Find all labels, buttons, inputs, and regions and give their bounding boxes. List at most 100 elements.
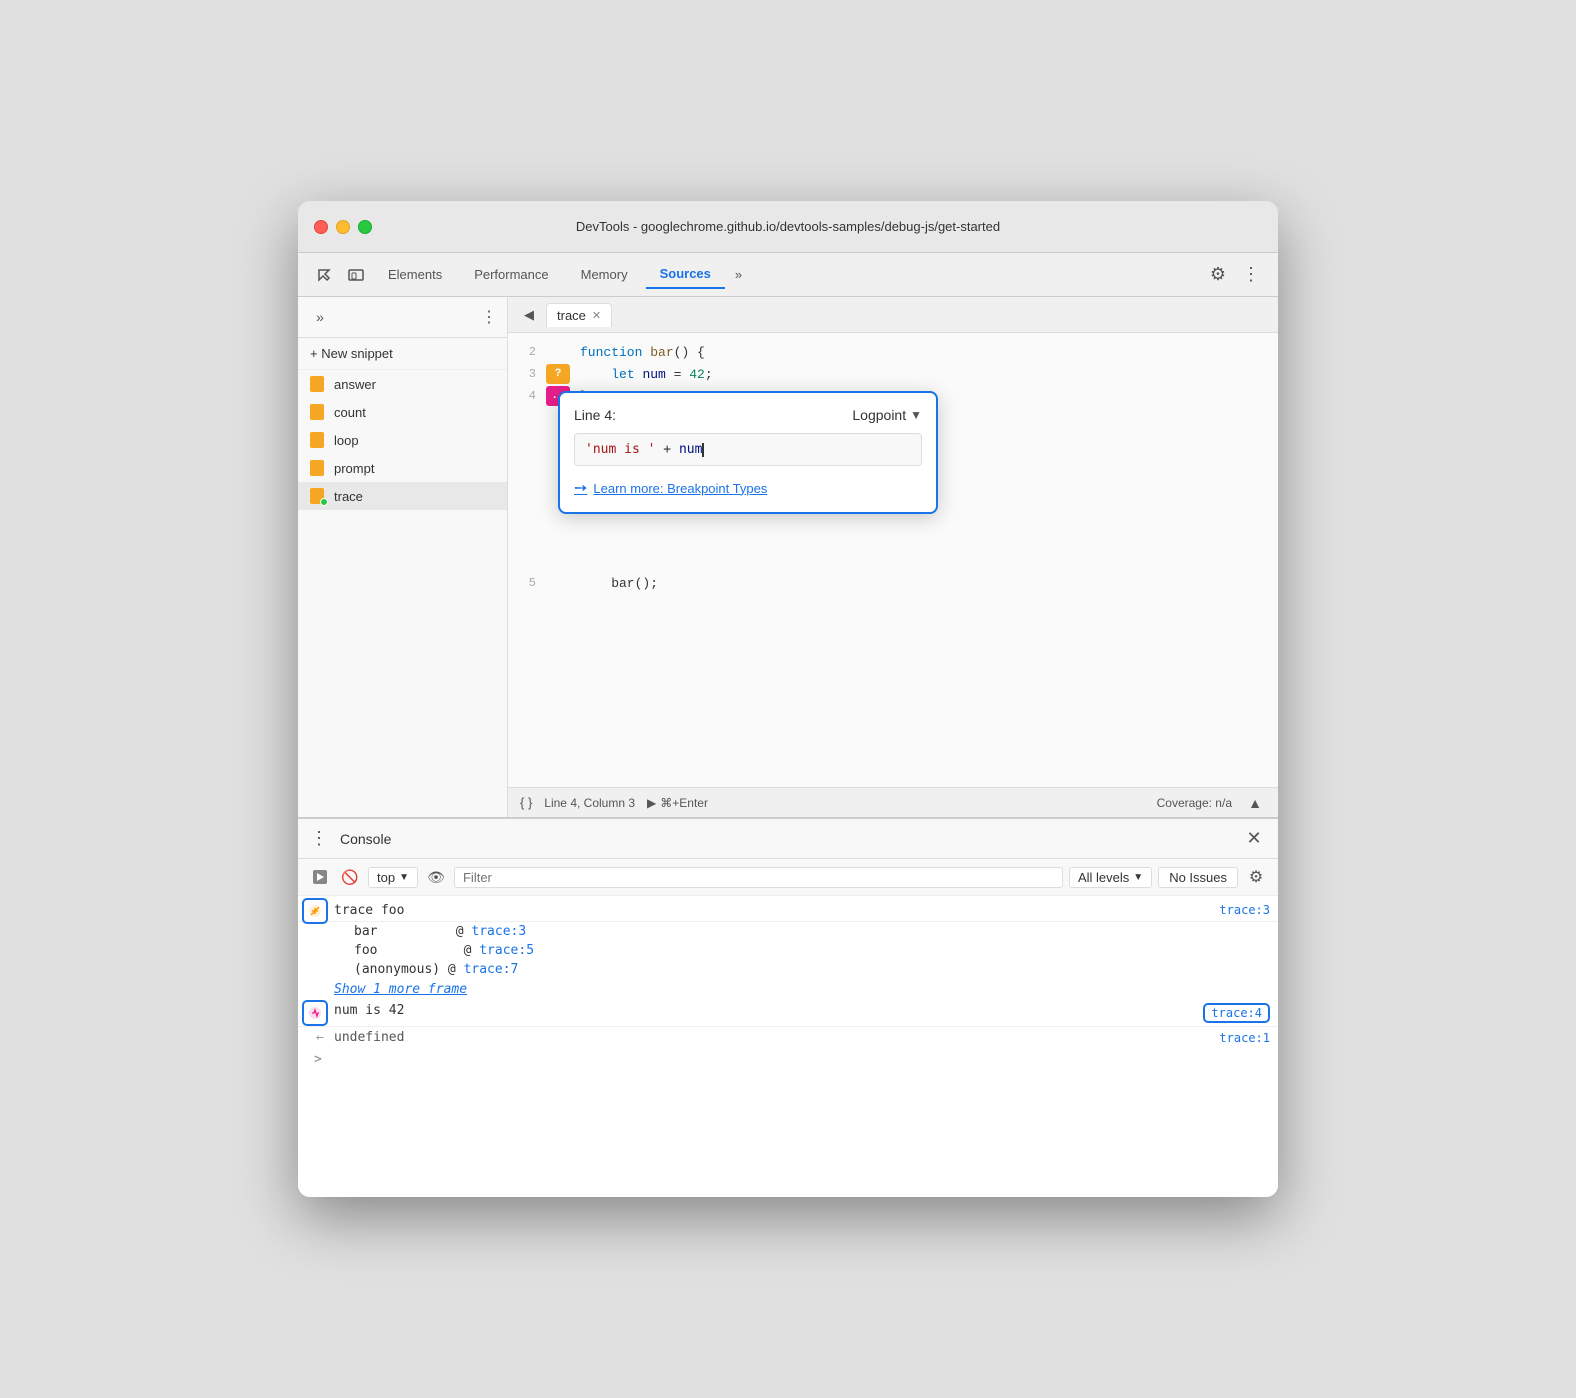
titlebar: DevTools - googlechrome.github.io/devtoo… [298, 201, 1278, 253]
tab-performance[interactable]: Performance [460, 261, 562, 288]
file-item-count[interactable]: count [298, 398, 507, 426]
tab-more-chevron[interactable]: » [729, 263, 748, 286]
undefined-source[interactable]: trace:1 [1219, 1031, 1270, 1045]
line-num-2: 2 [508, 345, 544, 359]
breakpoint-area-3: ? [544, 364, 572, 384]
traffic-lights [314, 220, 372, 234]
coverage-icon[interactable]: ▲ [1244, 792, 1266, 814]
code-area: ◀ trace ✕ 2 function bar() { [508, 297, 1278, 817]
logpoint-badge-1 [302, 898, 328, 924]
cursor [702, 443, 704, 457]
console-prompt-row[interactable]: > [298, 1048, 1278, 1071]
logpoint-type-select[interactable]: Logpoint ▼ [852, 407, 922, 423]
trace-link-foo[interactable]: trace:5 [479, 943, 534, 958]
tab-sources[interactable]: Sources [646, 260, 725, 289]
log-levels-selector[interactable]: All levels ▼ [1069, 867, 1152, 888]
tab-memory[interactable]: Memory [567, 261, 642, 288]
console-block-icon[interactable]: 🚫 [338, 865, 362, 889]
console-row-trace-foo: trace foo trace:3 [298, 900, 1278, 922]
maximize-button[interactable] [358, 220, 372, 234]
prompt-gt-icon: > [314, 1052, 322, 1067]
code-tab-trace[interactable]: trace ✕ [546, 303, 612, 327]
issues-counter[interactable]: No Issues [1158, 867, 1238, 888]
undefined-text: undefined [334, 1030, 404, 1045]
console-execute-icon[interactable] [308, 865, 332, 889]
trace-detail-bar: bar @ trace:3 [298, 922, 1278, 941]
close-tab-icon[interactable]: ✕ [592, 309, 601, 322]
cursor-position: Line 4, Column 3 [544, 796, 635, 810]
code-back-icon[interactable]: ◀ [518, 304, 540, 326]
devtools-window: DevTools - googlechrome.github.io/devtoo… [298, 201, 1278, 1197]
logpoint-badge-2 [302, 1000, 328, 1026]
code-content-2: function bar() { [572, 345, 705, 360]
run-triangle-icon: ▶ [647, 796, 656, 810]
num-result-text: num is 42 [334, 1003, 1203, 1018]
logpoint-popup: Line 4: Logpoint ▼ 'num is ' + num ➙ L [558, 391, 938, 514]
code-line-2: 2 function bar() { [508, 341, 1278, 363]
device-toggle-icon[interactable] [342, 261, 370, 289]
tab-elements[interactable]: Elements [374, 261, 456, 288]
num-result-source[interactable]: trace:4 [1203, 1003, 1270, 1023]
window-title: DevTools - googlechrome.github.io/devtoo… [576, 219, 1000, 234]
filter-input[interactable] [454, 867, 1063, 888]
learn-more-link[interactable]: ➙ Learn more: Breakpoint Types [574, 478, 922, 498]
file-list: answer count loop prompt [298, 370, 507, 817]
coverage-label: Coverage: n/a [1157, 796, 1232, 810]
context-chevron-icon: ▼ [399, 872, 409, 883]
close-button[interactable] [314, 220, 328, 234]
file-item-answer[interactable]: answer [298, 370, 507, 398]
code-content-5: bar(); [572, 576, 658, 591]
new-snippet-button[interactable]: + New snippet [298, 338, 507, 370]
logpoint-input-area[interactable]: 'num is ' + num [574, 433, 922, 466]
levels-chevron-icon: ▼ [1133, 872, 1143, 883]
code-line-3: 3 ? let num = 42; [508, 363, 1278, 385]
show-more-frames-link[interactable]: Show 1 more frame [298, 979, 1278, 1000]
breakpoint-badge-3: ? [546, 364, 570, 384]
console-settings-icon[interactable]: ⚙ [1244, 865, 1268, 889]
logpoint-chevron-icon: ▼ [910, 408, 922, 422]
more-options-icon[interactable]: ⋮ [1236, 260, 1266, 289]
code-content-3: let num = 42; [572, 367, 713, 382]
eye-icon[interactable]: 👁 [424, 865, 448, 889]
line-num-5: 5 [508, 576, 544, 590]
sidebar-collapse-icon[interactable]: » [308, 305, 332, 329]
settings-gear-icon[interactable]: ⚙ [1204, 260, 1232, 289]
console-drag-icon[interactable]: ⋮ [310, 828, 328, 849]
format-braces-icon[interactable]: { } [520, 795, 532, 810]
sidebar: » ⋮ + New snippet answer count loop [298, 297, 508, 817]
arrow-circle-icon: ➙ [574, 478, 587, 498]
console-header: ⋮ Console ✕ [298, 819, 1278, 859]
trace-foo-text: trace foo [334, 903, 1199, 918]
trace-detail-anon: (anonymous) @ trace:7 [298, 960, 1278, 979]
inspect-icon[interactable] [310, 261, 338, 289]
run-button[interactable]: ▶ ⌘+Enter [647, 796, 708, 810]
trace-link-anon[interactable]: trace:7 [464, 962, 519, 977]
logpoint-line-label: Line 4: [574, 407, 616, 423]
code-tabs: ◀ trace ✕ [508, 297, 1278, 333]
status-bar: { } Line 4, Column 3 ▶ ⌘+Enter Coverage:… [508, 787, 1278, 817]
console-title: Console [340, 831, 391, 847]
sidebar-more-icon[interactable]: ⋮ [481, 307, 497, 327]
trace-foo-source[interactable]: trace:3 [1199, 903, 1270, 917]
file-item-trace[interactable]: trace [298, 482, 507, 510]
console-row-num: num is 42 trace:4 [298, 1000, 1278, 1027]
minimize-button[interactable] [336, 220, 350, 234]
console-toolbar: 🚫 top ▼ 👁 All levels ▼ No Issues ⚙ [298, 859, 1278, 896]
active-dot-icon [320, 498, 328, 506]
code-line-5: 5 bar(); [508, 572, 1278, 594]
console-close-button[interactable]: ✕ [1242, 827, 1266, 851]
console-area: ⋮ Console ✕ 🚫 top ▼ 👁 All levels ▼ No [298, 817, 1278, 1197]
file-item-loop[interactable]: loop [298, 426, 507, 454]
tabbar: Elements Performance Memory Sources » ⚙ … [298, 253, 1278, 297]
code-editor[interactable]: 2 function bar() { 3 ? let num [508, 333, 1278, 787]
file-item-prompt[interactable]: prompt [298, 454, 507, 482]
return-symbol: ← [316, 1030, 324, 1045]
line-num-4: 4 [508, 389, 544, 403]
sidebar-header: » ⋮ [298, 297, 507, 338]
console-row-undefined: ← undefined trace:1 [298, 1027, 1278, 1048]
context-selector[interactable]: top ▼ [368, 867, 418, 888]
trace-detail-foo: foo @ trace:5 [298, 941, 1278, 960]
trace-link-bar[interactable]: trace:3 [471, 924, 526, 939]
console-output: trace foo trace:3 bar @ trace:3 foo @ tr… [298, 896, 1278, 1197]
main-area: » ⋮ + New snippet answer count loop [298, 297, 1278, 817]
